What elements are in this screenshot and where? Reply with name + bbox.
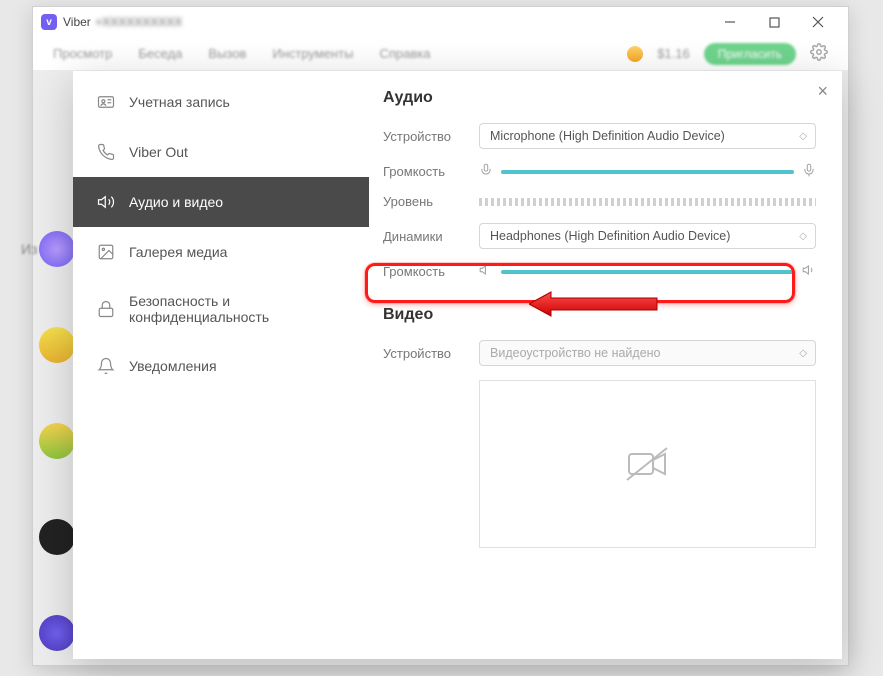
viber-logo-icon: v [41,14,57,30]
invite-button[interactable]: Пригласить [704,43,796,65]
selected-value: Microphone (High Definition Audio Device… [490,129,725,143]
gear-icon[interactable] [810,43,828,64]
speaker-icon [97,193,115,211]
sidebar-item-notifications[interactable]: Уведомления [73,341,369,391]
menu-chat[interactable]: Беседа [138,46,182,61]
sidebar-item-media[interactable]: Галерея медиа [73,227,369,277]
close-button[interactable] [796,8,840,36]
video-device-row: Устройство Видеоустройство не найдено ◇ [383,340,816,366]
selected-value: Видеоустройство не найдено [490,346,661,360]
section-label: Из [21,241,37,257]
chat-avatar[interactable] [39,615,75,651]
volume-label: Громкость [383,264,469,279]
speaker-volume-slider[interactable] [501,270,794,274]
level-label: Уровень [383,194,469,209]
maximize-button[interactable] [752,8,796,36]
sidebar-item-label: Viber Out [129,144,188,160]
close-icon[interactable]: × [817,81,828,102]
chat-avatar[interactable] [39,423,75,459]
top-menu: Просмотр Беседа Вызов Инструменты Справк… [33,37,848,71]
speakers-select[interactable]: Headphones (High Definition Audio Device… [479,223,816,249]
image-icon [97,243,115,261]
mic-volume-slider[interactable] [501,170,794,174]
sidebar-item-viber-out[interactable]: Viber Out [73,127,369,177]
speaker-high-icon [802,263,816,280]
chat-avatar[interactable] [39,519,75,555]
id-card-icon [97,93,115,111]
sidebar-item-label: Учетная запись [129,94,230,110]
selected-value: Headphones (High Definition Audio Device… [490,229,730,243]
menu-view[interactable]: Просмотр [53,46,112,61]
speaker-low-icon [479,263,493,280]
speaker-volume-row: Громкость [383,263,816,280]
mic-level-meter [479,198,816,206]
settings-content: × Аудио Устройство Microphone (High Defi… [369,71,842,659]
sidebar-item-privacy[interactable]: Безопасность и конфиденциальность [73,277,369,341]
menu-tools[interactable]: Инструменты [272,46,353,61]
titlebar: v Viber +XXXXXXXXXX [33,7,848,37]
device-label: Устройство [383,346,469,361]
microphone-select[interactable]: Microphone (High Definition Audio Device… [479,123,816,149]
settings-sidebar: Учетная запись Viber Out Аудио и видео Г… [73,71,369,659]
sidebar-item-audio-video[interactable]: Аудио и видео [73,177,369,227]
speakers-row: Динамики Headphones (High Definition Aud… [383,223,816,249]
menu-call[interactable]: Вызов [208,46,246,61]
lock-icon [97,300,115,318]
chevrons-icon: ◇ [799,348,805,359]
phone-out-icon [97,143,115,161]
volume-label: Громкость [383,164,469,179]
app-window: v Viber +XXXXXXXXXX ← Просмотр Беседа Вы… [32,6,849,666]
audio-heading: Аудио [383,89,816,107]
input-device-row: Устройство Microphone (High Definition A… [383,123,816,149]
sidebar-item-label: Безопасность и конфиденциальность [129,293,345,325]
chevrons-icon: ◇ [799,231,805,242]
sidebar-item-label: Галерея медиа [129,244,227,260]
menu-help[interactable]: Справка [379,46,430,61]
chevrons-icon: ◇ [799,131,805,142]
minimize-button[interactable] [708,8,752,36]
app-name: Viber [63,15,91,29]
video-preview [479,380,816,548]
settings-dialog: Учетная запись Viber Out Аудио и видео Г… [73,71,842,659]
sidebar-item-label: Уведомления [129,358,217,374]
speakers-label: Динамики [383,229,469,244]
bell-icon [97,357,115,375]
camera-off-icon [623,444,673,484]
chat-avatar[interactable] [39,231,75,267]
video-heading: Видео [383,306,816,324]
sidebar-item-account[interactable]: Учетная запись [73,77,369,127]
chat-avatar[interactable] [39,327,75,363]
mic-volume-row: Громкость [383,163,816,180]
sidebar-item-label: Аудио и видео [129,194,223,210]
device-label: Устройство [383,129,469,144]
coin-icon [627,46,643,62]
mic-level-row: Уровень [383,194,816,209]
mic-high-icon [802,163,816,180]
phone-number: +XXXXXXXXXX [95,15,182,29]
balance[interactable]: $1.16 [657,46,690,61]
mic-low-icon [479,163,493,180]
video-device-select[interactable]: Видеоустройство не найдено ◇ [479,340,816,366]
